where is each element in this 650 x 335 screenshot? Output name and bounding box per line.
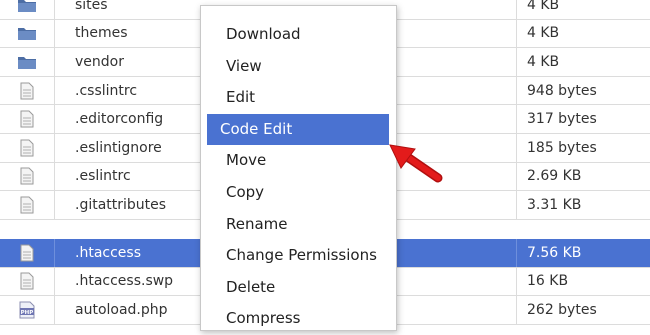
file-size: 7.56 KB bbox=[516, 239, 650, 267]
svg-text:PHP: PHP bbox=[21, 310, 34, 316]
text-file-icon bbox=[0, 134, 55, 162]
menu-item-delete[interactable]: Delete bbox=[207, 272, 389, 304]
file-size: 185 bytes bbox=[516, 134, 650, 162]
text-file-icon bbox=[0, 267, 55, 296]
file-size: 317 bytes bbox=[516, 105, 650, 133]
menu-item-edit[interactable]: Edit bbox=[207, 82, 389, 114]
file-name: .gitattributes bbox=[75, 196, 167, 213]
file-name: .htaccess bbox=[75, 244, 141, 261]
file-size: 262 bytes bbox=[516, 296, 650, 324]
file-size: 4 KB bbox=[516, 19, 650, 48]
file-name: .htaccess.swp bbox=[75, 273, 174, 290]
file-name: themes bbox=[75, 25, 128, 42]
red-arrow-icon bbox=[389, 144, 443, 183]
menu-item-change-permissions[interactable]: Change Permissions bbox=[207, 240, 389, 272]
context-menu: Download View Edit Code Edit Move Copy R… bbox=[200, 5, 397, 331]
file-size: 4 KB bbox=[516, 0, 650, 19]
text-file-icon bbox=[0, 105, 55, 133]
file-size: 16 KB bbox=[516, 267, 650, 296]
file-size: 3.31 KB bbox=[516, 191, 650, 219]
menu-item-move[interactable]: Move bbox=[207, 145, 389, 177]
text-file-icon bbox=[0, 76, 55, 105]
folder-icon bbox=[0, 0, 55, 19]
file-size: 2.69 KB bbox=[516, 162, 650, 191]
menu-item-download[interactable]: Download bbox=[207, 19, 389, 51]
text-file-icon bbox=[0, 162, 55, 191]
file-name: .eslintrc bbox=[75, 168, 131, 185]
php-file-icon: PHP bbox=[0, 296, 55, 324]
text-file-icon bbox=[0, 191, 55, 219]
menu-item-view[interactable]: View bbox=[207, 51, 389, 83]
file-name: autoload.php bbox=[75, 301, 168, 318]
menu-item-code-edit[interactable]: Code Edit bbox=[207, 113, 389, 146]
folder-icon bbox=[0, 48, 55, 76]
text-file-icon bbox=[0, 239, 55, 267]
menu-item-rename[interactable]: Rename bbox=[207, 209, 389, 241]
menu-item-compress[interactable]: Compress bbox=[207, 303, 389, 335]
file-name: .csslintrc bbox=[75, 82, 138, 99]
folder-icon bbox=[0, 19, 55, 48]
file-name: sites bbox=[75, 0, 108, 13]
menu-item-copy[interactable]: Copy bbox=[207, 177, 389, 209]
file-name: .eslintignore bbox=[75, 139, 162, 156]
file-size: 948 bytes bbox=[516, 76, 650, 105]
file-size: 4 KB bbox=[516, 48, 650, 76]
file-name: .editorconfig bbox=[75, 111, 164, 128]
file-name: vendor bbox=[75, 53, 124, 70]
